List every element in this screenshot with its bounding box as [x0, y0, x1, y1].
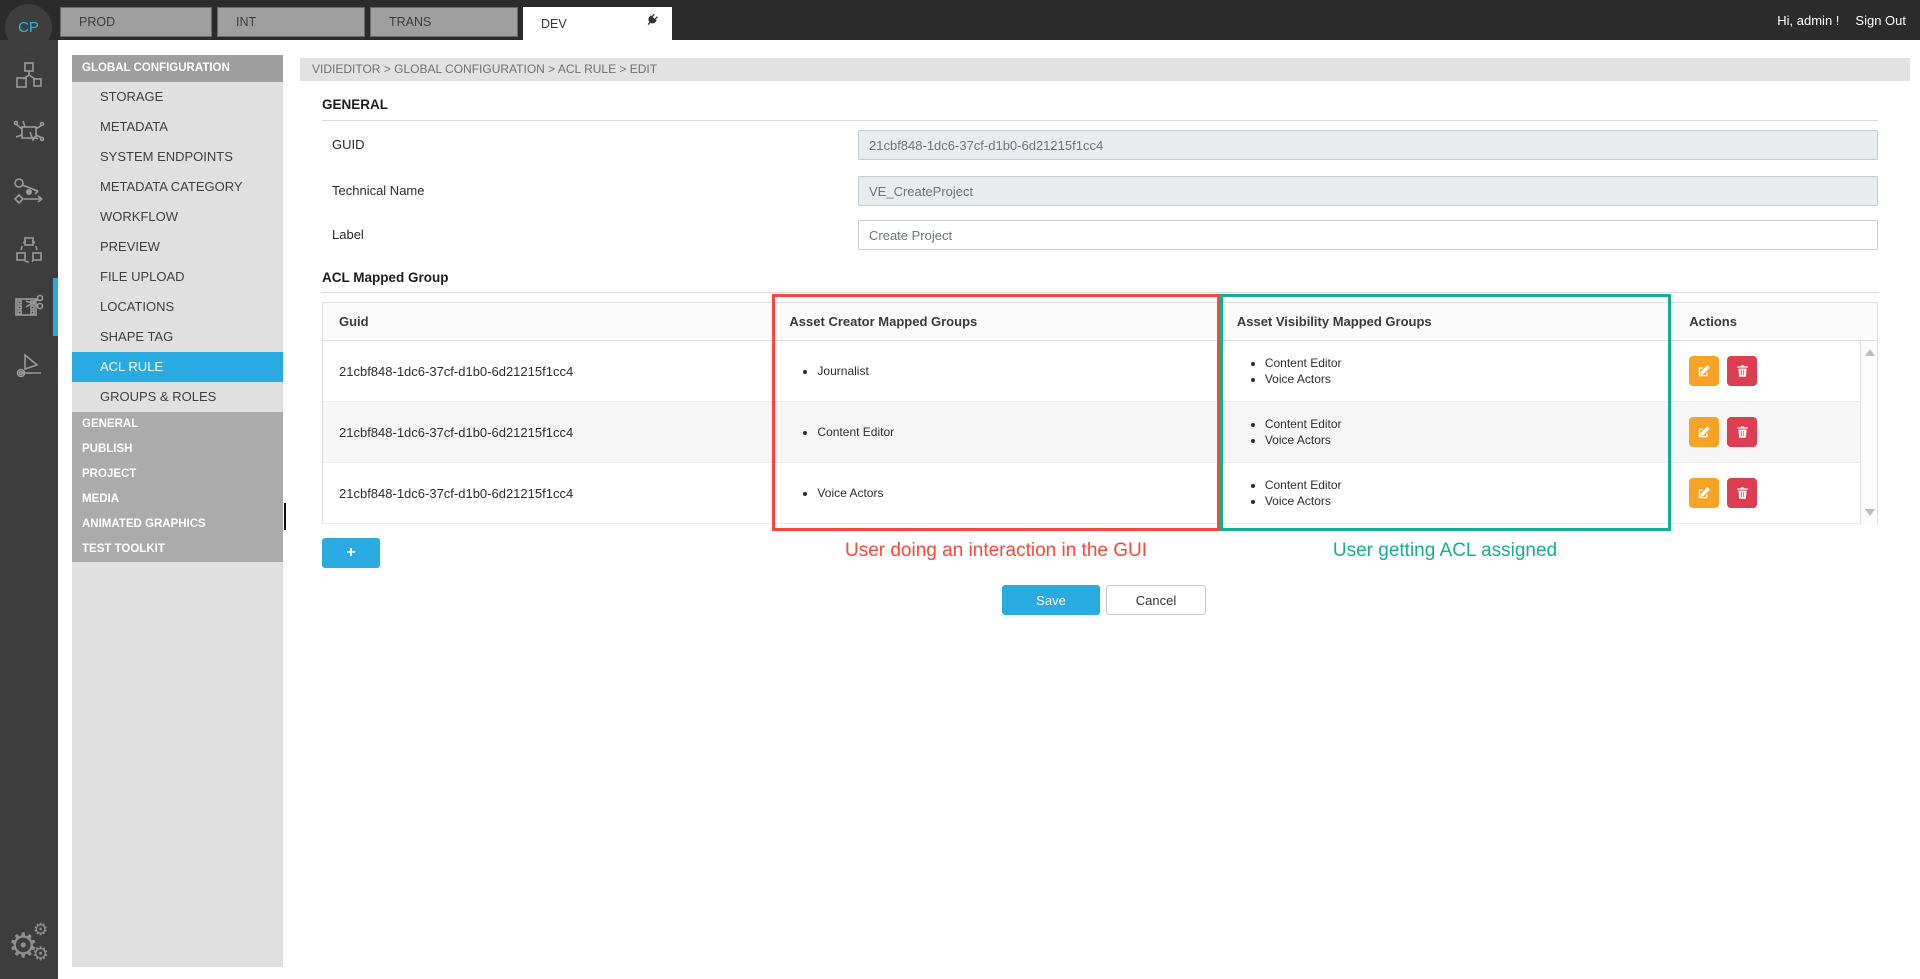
add-mapping-button[interactable]: +	[322, 538, 380, 568]
divider	[322, 292, 1878, 293]
tab-dev-label: DEV	[541, 10, 644, 38]
divider	[322, 120, 1878, 121]
label-field-label: Label	[332, 220, 632, 250]
workflow-icon[interactable]	[0, 162, 58, 220]
actions-cell	[1670, 341, 1877, 401]
sidebar-item-locations[interactable]: LOCATIONS	[72, 292, 283, 322]
sidebar-header-global-configuration[interactable]: GLOBAL CONFIGURATION	[72, 55, 283, 82]
sidebar-item-preview[interactable]: PREVIEW	[72, 232, 283, 262]
user-greeting: Hi, admin !	[1777, 13, 1839, 28]
creator-groups-cell: Journalist	[772, 341, 1219, 401]
visibility-group-item: Voice Actors	[1265, 371, 1342, 387]
sidebar-item-metadata[interactable]: METADATA	[72, 112, 283, 142]
guid-field-label: GUID	[332, 130, 632, 160]
visibility-group-item: Content Editor	[1265, 477, 1342, 493]
edit-button[interactable]	[1689, 478, 1719, 508]
sidebar-section-animated-graphics[interactable]: ANIMATED GRAPHICS	[72, 512, 283, 537]
edit-button[interactable]	[1689, 356, 1719, 386]
tab-int[interactable]: INT	[217, 7, 365, 37]
sidebar-section-general[interactable]: GENERAL	[72, 412, 283, 437]
table-row: 21cbf848-1dc6-37cf-d1b0-6d21215f1cc4 Jou…	[323, 341, 1877, 402]
scroll-down-icon[interactable]	[1865, 509, 1875, 516]
visibility-group-item: Voice Actors	[1265, 493, 1342, 509]
acl-section-title: ACL Mapped Group	[322, 270, 449, 285]
technical-name-field-label: Technical Name	[332, 176, 632, 206]
tab-dev[interactable]: DEV	[523, 7, 672, 40]
sidebar-item-acl-rule[interactable]: ACL RULE	[72, 352, 283, 382]
cancel-button[interactable]: Cancel	[1106, 585, 1206, 615]
visibility-groups-cell: Content Editor Voice Actors	[1220, 341, 1670, 401]
system-endpoints-icon[interactable]	[0, 104, 58, 162]
top-bar: PROD INT TRANS DEV Hi, admin ! Sign Out	[0, 0, 1920, 40]
sidebar-item-shape-tag[interactable]: SHAPE TAG	[72, 322, 283, 352]
column-header-actions: Actions	[1670, 303, 1877, 340]
main-content: VIDIEDITOR > GLOBAL CONFIGURATION > ACL …	[290, 40, 1920, 979]
config-menu: GLOBAL CONFIGURATION STORAGE METADATA SY…	[72, 55, 283, 967]
sidebar-item-groups-roles[interactable]: GROUPS & ROLES	[72, 382, 283, 412]
sidebar-item-workflow[interactable]: WORKFLOW	[72, 202, 283, 232]
table-header-row: Guid Asset Creator Mapped Groups Asset V…	[323, 303, 1877, 341]
creator-group-item: Voice Actors	[817, 485, 883, 501]
text-cursor-artifact	[284, 503, 286, 530]
sidebar-section-project[interactable]: PROJECT	[72, 462, 283, 487]
gear-icon: ⚙	[33, 921, 48, 938]
column-header-asset-visibility: Asset Visibility Mapped Groups	[1220, 303, 1670, 340]
sidebar-item-storage[interactable]: STORAGE	[72, 82, 283, 112]
general-section-title: GENERAL	[322, 97, 388, 112]
breadcrumb: VIDIEDITOR > GLOBAL CONFIGURATION > ACL …	[300, 58, 1910, 81]
creator-group-item: Journalist	[817, 363, 868, 379]
sign-out-link[interactable]: Sign Out	[1855, 13, 1906, 28]
visibility-annotation-label: User getting ACL assigned	[1145, 540, 1745, 562]
delete-button[interactable]	[1727, 417, 1757, 447]
table-scrollbar[interactable]	[1860, 341, 1877, 524]
avatar[interactable]: CP	[5, 4, 52, 51]
acl-mapped-group-table: Guid Asset Creator Mapped Groups Asset V…	[322, 302, 1878, 524]
actions-cell	[1670, 402, 1877, 462]
edit-button[interactable]	[1689, 417, 1719, 447]
column-header-guid: Guid	[323, 303, 772, 340]
creator-groups-cell: Voice Actors	[772, 463, 1219, 523]
sidebar-item-system-endpoints[interactable]: SYSTEM ENDPOINTS	[72, 142, 283, 172]
guid-cell: 21cbf848-1dc6-37cf-d1b0-6d21215f1cc4	[323, 341, 772, 401]
icon-rail: ⚙ ⚙ ⚙	[0, 40, 58, 979]
sidebar-section-test-toolkit[interactable]: TEST TOOLKIT	[72, 537, 283, 562]
visibility-groups-cell: Content Editor Voice Actors	[1220, 402, 1670, 462]
media-assets-icon[interactable]	[0, 46, 58, 104]
gear-icon: ⚙	[32, 945, 49, 964]
guid-cell: 21cbf848-1dc6-37cf-d1b0-6d21215f1cc4	[323, 402, 772, 462]
save-button[interactable]: Save	[1002, 585, 1100, 615]
settings-gears-icon[interactable]: ⚙ ⚙ ⚙	[0, 917, 58, 969]
collections-icon[interactable]	[0, 220, 58, 278]
visibility-group-item: Content Editor	[1265, 355, 1342, 371]
label-field[interactable]	[858, 220, 1878, 250]
table-body: 21cbf848-1dc6-37cf-d1b0-6d21215f1cc4 Jou…	[323, 341, 1877, 524]
technical-name-field[interactable]	[858, 176, 1878, 206]
publish-icon[interactable]	[0, 336, 58, 394]
creator-group-item: Content Editor	[817, 424, 894, 440]
visibility-groups-cell: Content Editor Voice Actors	[1220, 463, 1670, 523]
delete-button[interactable]	[1727, 356, 1757, 386]
config-sidebar: GLOBAL CONFIGURATION STORAGE METADATA SY…	[58, 40, 290, 979]
sidebar-section-media[interactable]: MEDIA	[72, 487, 283, 512]
scroll-up-icon[interactable]	[1865, 349, 1875, 356]
table-row: 21cbf848-1dc6-37cf-d1b0-6d21215f1cc4 Con…	[323, 402, 1877, 463]
tab-prod[interactable]: PROD	[60, 7, 212, 37]
table-row: 21cbf848-1dc6-37cf-d1b0-6d21215f1cc4 Voi…	[323, 463, 1877, 524]
sidebar-item-file-upload[interactable]: FILE UPLOAD	[72, 262, 283, 292]
actions-cell	[1670, 463, 1877, 523]
creator-groups-cell: Content Editor	[772, 402, 1219, 462]
delete-button[interactable]	[1727, 478, 1757, 508]
sidebar-section-publish[interactable]: PUBLISH	[72, 437, 283, 462]
guid-cell: 21cbf848-1dc6-37cf-d1b0-6d21215f1cc4	[323, 463, 772, 523]
plug-icon	[644, 10, 660, 38]
sidebar-item-metadata-category[interactable]: METADATA CATEGORY	[72, 172, 283, 202]
guid-field[interactable]	[858, 130, 1878, 160]
visibility-group-item: Voice Actors	[1265, 432, 1342, 448]
column-header-asset-creator: Asset Creator Mapped Groups	[772, 303, 1219, 340]
video-editor-icon[interactable]	[0, 278, 58, 336]
tab-trans[interactable]: TRANS	[370, 7, 518, 37]
visibility-group-item: Content Editor	[1265, 416, 1342, 432]
